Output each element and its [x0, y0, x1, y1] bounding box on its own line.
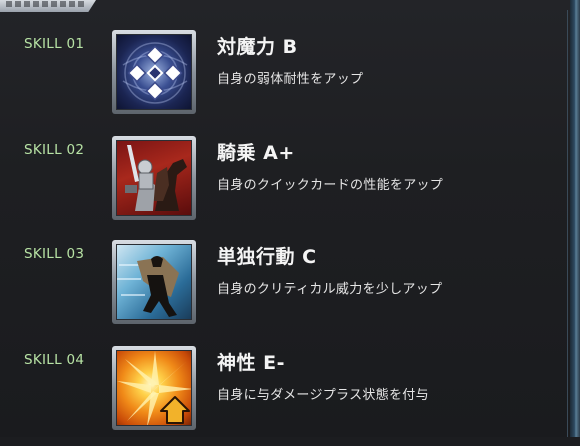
skill-list-panel: SKILL 01 対魔力 B 自身の弱体耐性をアップ SKILL 02 騎乗 A… [0, 0, 580, 437]
burst-damage-up-icon [116, 350, 192, 426]
skill-name: 単独行動 C [217, 246, 317, 268]
skill-icon-frame[interactable] [112, 240, 196, 324]
skill-row-1[interactable]: SKILL 01 対魔力 B 自身の弱体耐性をアップ [0, 30, 570, 130]
skill-name: 対魔力 B [217, 36, 298, 58]
cloaked-figure-icon [116, 244, 192, 320]
skill-description: 自身のクイックカードの性能をアップ [217, 178, 444, 193]
skill-number: SKILL 01 [24, 36, 85, 52]
skill-description: 自身に与ダメージプラス状態を付与 [217, 388, 429, 403]
skill-description: 自身のクリティカル威力を少しアップ [217, 282, 443, 297]
header-tab-label-graphic [6, 1, 86, 7]
up-arrow-icon [160, 396, 190, 424]
running-cloak-symbol [117, 256, 179, 317]
knight-on-horse-symbol [125, 145, 187, 211]
skill-number: SKILL 04 [24, 352, 85, 368]
skill-description: 自身の弱体耐性をアップ [217, 72, 364, 87]
burst-symbol [117, 351, 191, 425]
skill-name: 騎乗 A+ [217, 142, 295, 164]
panel-header-tab [0, 0, 96, 12]
skill-row-3[interactable]: SKILL 03 単独行動 C 自身のクリティカル威力を少しアップ [0, 240, 570, 340]
magic-resistance-icon [116, 34, 192, 110]
skill-icon-frame[interactable] [112, 30, 196, 114]
skill-number: SKILL 02 [24, 142, 85, 158]
magic-resistance-symbol [122, 42, 188, 104]
skill-row-4[interactable]: SKILL 04 神性 E- 自身に与ダメージプラス状態を付与 [0, 346, 570, 446]
skill-number: SKILL 03 [24, 246, 85, 262]
panel-right-border [570, 0, 580, 437]
skill-icon-frame[interactable] [112, 346, 196, 430]
skill-row-2[interactable]: SKILL 02 騎乗 A+ 自身のクイックカードの性能をアップ [0, 136, 570, 236]
skill-icon-frame[interactable] [112, 136, 196, 220]
skill-name: 神性 E- [217, 352, 285, 374]
riding-knight-icon [116, 140, 192, 216]
